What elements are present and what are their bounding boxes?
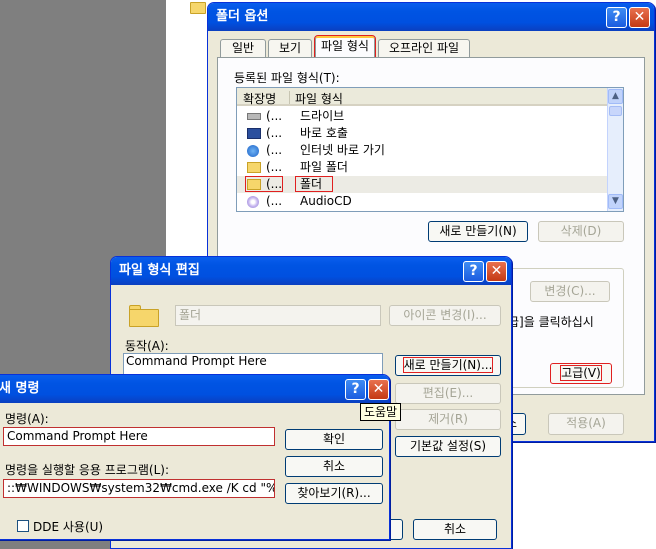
help-icon[interactable]: ? [606, 7, 627, 28]
type-name-field[interactable]: 폴더 [175, 305, 381, 326]
list-header: 확장명 파일 형식 [237, 88, 607, 106]
change-icon-button[interactable]: 아이콘 변경(I)... [389, 305, 501, 326]
list-item[interactable]: (... 인터넷 바로 가기 [237, 142, 607, 159]
new-action-label: 새로 만들기(N)... [402, 357, 494, 373]
cd-icon [247, 196, 259, 208]
action-field[interactable]: Command Prompt Here [3, 427, 275, 446]
advanced-label: 고급(V) [560, 365, 602, 381]
scroll-down-icon[interactable]: ▼ [608, 194, 623, 209]
tab-offline-files[interactable]: 오프라인 파일 [378, 39, 470, 57]
registered-types-label: 등록된 파일 형식(T): [234, 71, 340, 85]
ok-button[interactable]: 확인 [285, 429, 383, 450]
close-icon[interactable]: ✕ [486, 261, 507, 282]
tab-file-types[interactable]: 파일 형식 [314, 35, 376, 58]
folder-icon [247, 162, 261, 173]
action-item[interactable]: Command Prompt Here [126, 354, 267, 368]
scroll-thumb[interactable] [609, 106, 622, 116]
highlight-box [295, 176, 333, 192]
list-item-extension: (... [266, 194, 283, 208]
list-item-extension: (... [266, 143, 283, 157]
new-type-button[interactable]: 새로 만들기(N) [428, 221, 528, 242]
list-item-type: 바로 호출 [300, 126, 348, 140]
new-action-window: 새 명령 ? ✕ 명령(A): Command Prompt Here 확인 명… [0, 374, 390, 540]
list-item-type: 인터넷 바로 가기 [300, 143, 385, 157]
list-item[interactable]: (... 바로 호출 [237, 125, 607, 142]
dde-checkbox[interactable] [17, 520, 29, 532]
new-action-button[interactable]: 새로 만들기(N)... [395, 355, 501, 376]
file-types-list[interactable]: 확장명 파일 형식 (... 드라이브 (... 바로 호출 (... 인터넷 바로 가기… [236, 87, 624, 212]
help-tooltip: 도움말 [360, 403, 401, 421]
list-item[interactable]: (... 파일 폴더 [237, 159, 607, 176]
list-item-type: 파일 폴더 [300, 160, 348, 174]
list-item[interactable]: (... 드라이브 [237, 108, 607, 125]
help-icon[interactable]: ? [345, 379, 366, 400]
scroll-up-icon[interactable]: ▲ [608, 89, 623, 104]
change-button[interactable]: 변경(C)... [530, 281, 610, 302]
drive-icon [247, 113, 261, 120]
help-icon[interactable]: ? [463, 261, 484, 282]
action-label: 명령(A): [5, 412, 49, 426]
column-file-type[interactable]: 파일 형식 [295, 90, 343, 107]
browse-button[interactable]: 찾아보기(R)... [285, 483, 383, 504]
window-title: 새 명령 [0, 375, 389, 403]
list-item-extension: (... [266, 126, 283, 140]
list-item-extension: (... [266, 160, 283, 174]
close-icon[interactable]: ✕ [629, 7, 650, 28]
tab-view[interactable]: 보기 [268, 39, 312, 57]
folder-icon [129, 305, 159, 327]
close-icon[interactable]: ✕ [368, 379, 389, 400]
list-item-type: AudioCD [300, 194, 352, 208]
window-title: 폴더 옵션 [208, 3, 654, 31]
advanced-hint: 급]을 클릭하십시 [508, 315, 594, 329]
cancel-button[interactable]: 취소 [285, 456, 383, 477]
set-default-button[interactable]: 기본값 설정(S) [395, 436, 501, 457]
tab-general[interactable]: 일반 [220, 39, 266, 57]
apply-button[interactable]: 적용(A) [548, 413, 624, 435]
folder-icon [190, 2, 206, 14]
edit-cancel-button[interactable]: 취소 [413, 519, 497, 540]
edit-action-button[interactable]: 편집(E)... [395, 383, 501, 404]
ie-icon [247, 145, 259, 157]
actions-label: 동작(A): [125, 339, 169, 353]
highlight-box [245, 176, 283, 192]
list-item[interactable]: (... AudioCD [237, 193, 607, 210]
list-scrollbar[interactable]: ▲ ▼ [607, 88, 623, 211]
delete-type-button[interactable]: 삭제(D) [538, 221, 624, 242]
list-item[interactable]: (... 폴더 [237, 176, 607, 193]
list-item-extension: (... [266, 109, 283, 123]
application-label: 명령을 실행할 응용 프로그램(L): [5, 463, 170, 477]
column-extension[interactable]: 확장명 [243, 90, 276, 107]
window-title: 파일 형식 편집 [111, 257, 511, 285]
list-item-type: 드라이브 [300, 109, 345, 123]
dde-label: DDE 사용(U) [33, 520, 104, 534]
advanced-button[interactable]: 고급(V) [550, 363, 612, 384]
remove-action-button[interactable]: 제거(R) [395, 409, 501, 430]
computer-icon [247, 128, 261, 139]
application-field[interactable]: ::₩WINDOWS₩system32₩cmd.exe /K cd "%1" [3, 479, 275, 498]
